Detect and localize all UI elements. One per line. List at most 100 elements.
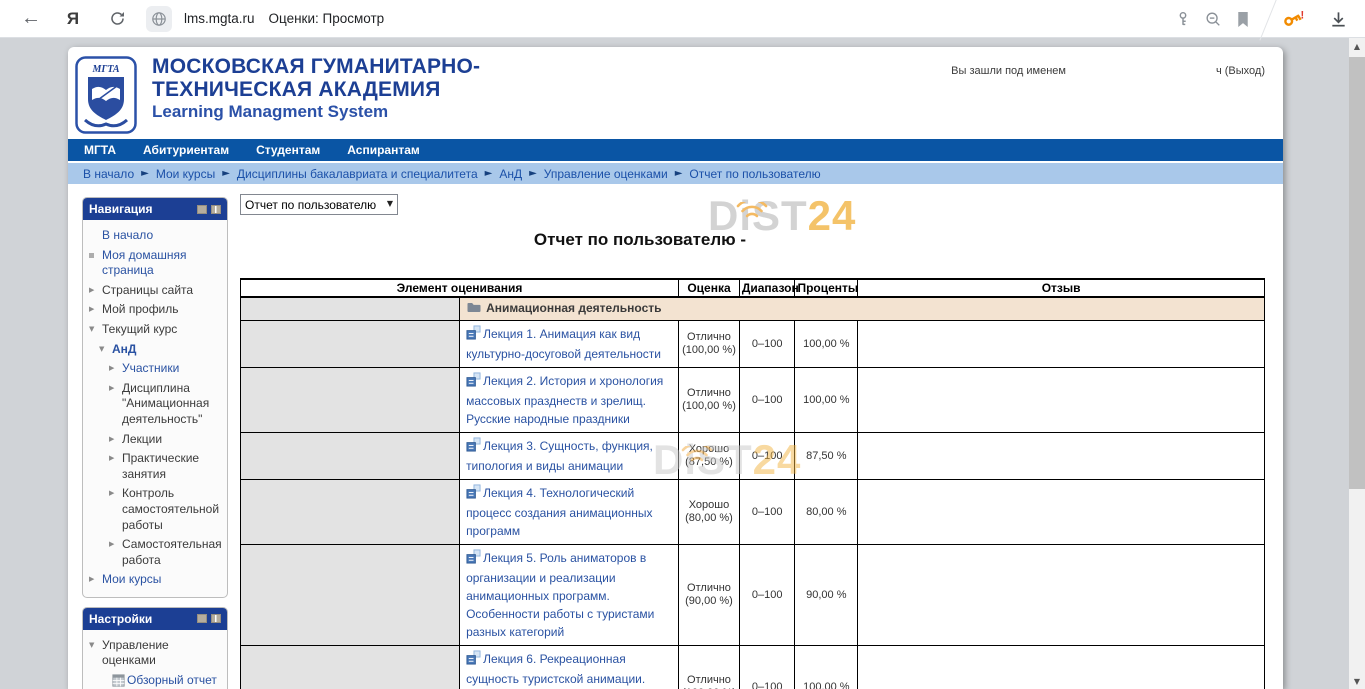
sidebar-item[interactable]: ▼Текущий курс: [89, 320, 224, 340]
password-key-icon[interactable]: [1168, 10, 1198, 28]
triangle-right-icon[interactable]: ▶: [109, 381, 122, 393]
yandex-browser-icon[interactable]: Я: [58, 9, 88, 29]
sidebar-item[interactable]: ▶Участники: [109, 359, 224, 379]
breadcrumb-link[interactable]: В начало: [83, 167, 134, 181]
grade-cell: Отлично(100,00 %): [679, 646, 740, 689]
sidebar-item[interactable]: Моя домашняя страница: [89, 246, 224, 281]
sidebar-item[interactable]: ▶Практические занятия: [109, 449, 224, 484]
sidebar-item[interactable]: ▼Управление оценками: [89, 636, 224, 671]
percent-cell: 100,00 %: [795, 321, 858, 368]
logout-link[interactable]: ч (Выход): [1216, 65, 1265, 77]
bookmark-icon[interactable]: [1228, 11, 1258, 28]
col-header-item: Элемент оценивания: [241, 279, 679, 297]
table-row: Лекция 1. Анимация как вид культурно-дос…: [241, 321, 1265, 368]
item-name-cell: Лекция 1. Анимация как вид культурно-дос…: [460, 321, 679, 368]
bullet-icon: [89, 248, 102, 258]
triangle-down-icon[interactable]: ▼: [89, 322, 102, 334]
triangle-right-icon[interactable]: ▶: [89, 283, 102, 295]
sidebar-item[interactable]: ▶Мои курсы: [89, 570, 224, 590]
triangle-right-icon[interactable]: ▶: [109, 432, 122, 444]
grade-item-link[interactable]: Лекция 4. Технологический процесс создан…: [466, 486, 652, 538]
sidebar-item[interactable]: ▶Контроль самостоятельной работы: [109, 484, 224, 535]
triangle-right-icon[interactable]: ▶: [109, 537, 122, 549]
nav-item[interactable]: Абитуриентам: [143, 143, 229, 157]
sidebar-item[interactable]: ▶Лекции: [109, 430, 224, 450]
nav-item[interactable]: Аспирантам: [347, 143, 420, 157]
percent-cell: 100,00 %: [795, 368, 858, 433]
triangle-right-icon[interactable]: ▶: [109, 361, 122, 373]
reload-icon[interactable]: [104, 10, 130, 27]
dock-block-icon[interactable]: [211, 614, 221, 623]
page-scrollbar[interactable]: ▲ ▼: [1349, 38, 1365, 689]
sidebar-item[interactable]: ▶Мой профиль: [89, 300, 224, 320]
breadcrumb: В начало►Мои курсы►Дисциплины бакалавриа…: [68, 163, 1283, 184]
login-prefix: Вы зашли под именем: [951, 65, 1066, 77]
collapse-block-icon[interactable]: [197, 614, 207, 623]
login-info[interactable]: Вы зашли под именем ч (Выход): [951, 65, 1265, 77]
col-header-range: Диапазон: [739, 279, 795, 297]
grade-table-body: Анимационная деятельность Лекция 1. Анима…: [241, 297, 1265, 689]
indent-cell: [241, 545, 460, 646]
breadcrumb-link[interactable]: Отчет по пользователю: [689, 167, 820, 181]
table-row: Лекция 6. Рекреационная сущность туристс…: [241, 646, 1265, 689]
scroll-down-icon[interactable]: ▼: [1349, 673, 1365, 689]
feedback-cell: [858, 433, 1265, 480]
grade-item-link[interactable]: Лекция 6. Рекреационная сущность туристс…: [466, 652, 645, 689]
sidebar-item[interactable]: Обзорный отчет: [99, 671, 224, 689]
sidebar-item-label: Участники: [122, 361, 179, 377]
table-row: Лекция 3. Сущность, функция, типология и…: [241, 433, 1265, 480]
triangle-down-icon[interactable]: ▼: [89, 638, 102, 650]
grade-item-link[interactable]: Лекция 2. История и хронология массовых …: [466, 374, 663, 426]
breadcrumb-link[interactable]: Управление оценками: [544, 167, 668, 181]
scroll-up-icon[interactable]: ▲: [1349, 38, 1365, 54]
triangle-right-icon[interactable]: ▶: [109, 451, 122, 463]
sidebar-item-label: Самостоятельная работа: [122, 537, 224, 568]
lesson-icon: [466, 437, 483, 457]
grade-item-link[interactable]: Лекция 3. Сущность, функция, типология и…: [466, 439, 653, 473]
report-select[interactable]: Отчет по пользователю: [241, 195, 397, 214]
sidebar-item-label: Обзорный отчет: [127, 673, 217, 689]
sidebar-item-label: В начало: [102, 228, 153, 244]
breadcrumb-link[interactable]: АнД: [499, 167, 522, 181]
triangle-right-icon[interactable]: ▶: [109, 486, 122, 498]
triangle-right-icon[interactable]: ▶: [89, 302, 102, 314]
sidebar-item-label: АнД: [112, 342, 136, 358]
grade-item-link[interactable]: Лекция 5. Роль аниматоров в организации …: [466, 551, 654, 639]
site-globe-icon[interactable]: [146, 6, 172, 32]
nav-item[interactable]: Студентам: [256, 143, 320, 157]
table-row: Лекция 4. Технологический процесс создан…: [241, 480, 1265, 545]
sidebar-item[interactable]: ▼АнД: [99, 340, 224, 360]
academy-title-line1: МОСКОВСКАЯ ГУМАНИТАРНО-: [152, 55, 480, 78]
grade-item-link[interactable]: Лекция 1. Анимация как вид культурно-дос…: [466, 327, 661, 361]
sidebar-item-label: Страницы сайта: [102, 283, 193, 299]
main-content: Отчет по пользователю ▼ Отчет по пользов…: [240, 194, 1270, 689]
sidebar-item[interactable]: ▶Самостоятельная работа: [109, 535, 224, 570]
back-icon[interactable]: ←: [18, 7, 44, 30]
triangle-right-icon[interactable]: ▶: [89, 572, 102, 584]
lesson-icon: [466, 549, 483, 569]
percent-cell: 90,00 %: [795, 545, 858, 646]
scrollbar-thumb[interactable]: [1349, 57, 1365, 489]
sidebar-item-label: Лекции: [122, 432, 162, 448]
sidebar-item-label: Моя домашняя страница: [102, 248, 224, 279]
sidebar-item[interactable]: ▶Страницы сайта: [89, 281, 224, 301]
collapse-block-icon[interactable]: [197, 205, 207, 214]
wifi-arcs-icon: [735, 181, 769, 229]
breadcrumb-link[interactable]: Мои курсы: [156, 167, 215, 181]
dock-block-icon[interactable]: [211, 205, 221, 214]
triangle-down-icon[interactable]: ▼: [99, 342, 112, 354]
find-on-page-icon[interactable]: [1198, 10, 1228, 28]
item-name-cell: Анимационная деятельность: [460, 297, 1265, 321]
breadcrumb-link[interactable]: Дисциплины бакалавриата и специалитета: [237, 167, 478, 181]
sidebar-item[interactable]: В начало: [89, 226, 224, 246]
password-manager-extension-icon[interactable]: !: [1279, 9, 1309, 30]
nav-item[interactable]: МГТА: [84, 143, 116, 157]
percent-cell: 80,00 %: [795, 480, 858, 545]
download-icon[interactable]: [1323, 10, 1353, 29]
sidebar-item[interactable]: ▶Дисциплина "Анимационная деятельность": [109, 379, 224, 430]
report-icon: [112, 673, 127, 689]
col-header-grade: Оценка: [679, 279, 740, 297]
bullet-spacer: [89, 228, 102, 231]
address-url[interactable]: lms.mgta.ru: [184, 11, 255, 26]
sidebar-item-label: Мой профиль: [102, 302, 179, 318]
